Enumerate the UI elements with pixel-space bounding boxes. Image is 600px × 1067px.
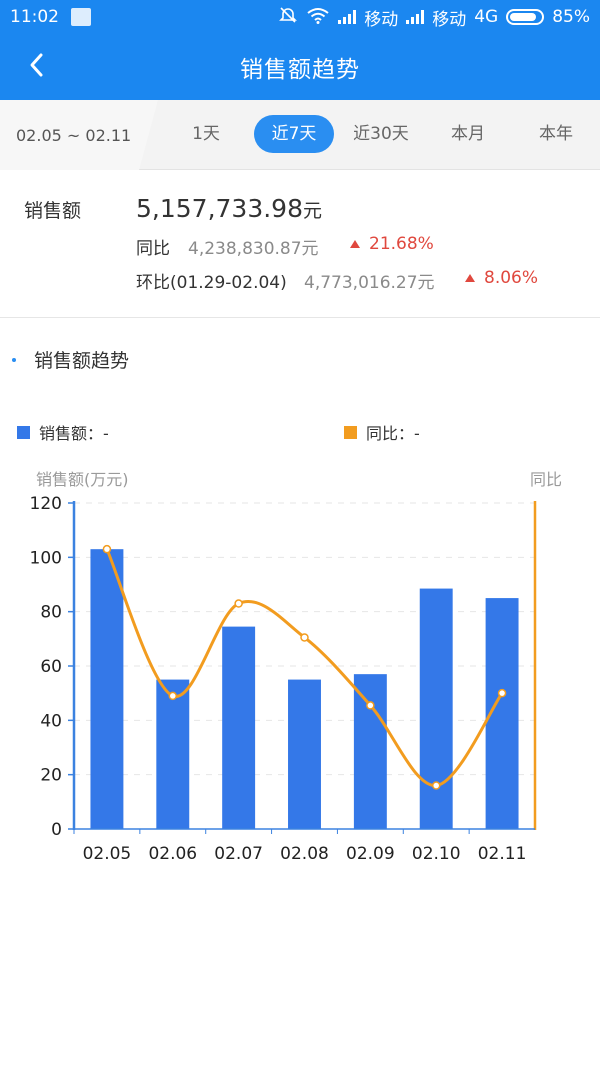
y-tick-label: 100	[30, 548, 62, 568]
y-tick-label: 0	[51, 820, 62, 840]
x-tick-label: 02.09	[346, 844, 395, 864]
x-tick-label: 02.05	[83, 844, 132, 864]
y-tick-label: 80	[40, 603, 62, 623]
x-tick-label: 02.06	[148, 844, 197, 864]
x-tick-label: 02.10	[412, 844, 461, 864]
bar	[353, 674, 387, 829]
yoy-point	[102, 544, 112, 554]
x-tick-label: 02.08	[280, 844, 329, 864]
yoy-point	[431, 781, 441, 790]
y-tick-label: 20	[40, 766, 62, 786]
bar	[222, 626, 256, 829]
y-tick-label: 40	[40, 711, 62, 731]
x-tick-label: 02.11	[478, 844, 527, 864]
x-tick-label: 02.07	[214, 844, 263, 864]
bar	[156, 679, 190, 829]
yoy-point	[497, 688, 507, 698]
bar	[288, 679, 321, 829]
yoy-point	[300, 633, 309, 642]
yoy-point	[234, 599, 243, 608]
yoy-point	[366, 701, 375, 710]
sales-trend-chart: 0 20 40 60 80 100 120 02.05 02.06 02.07 02.08 02.09…	[30, 494, 537, 864]
y-tick-label: 60	[40, 657, 62, 677]
yoy-point	[168, 691, 178, 701]
bar	[90, 549, 124, 829]
bar	[419, 588, 453, 829]
y-tick-label: 120	[30, 494, 62, 514]
